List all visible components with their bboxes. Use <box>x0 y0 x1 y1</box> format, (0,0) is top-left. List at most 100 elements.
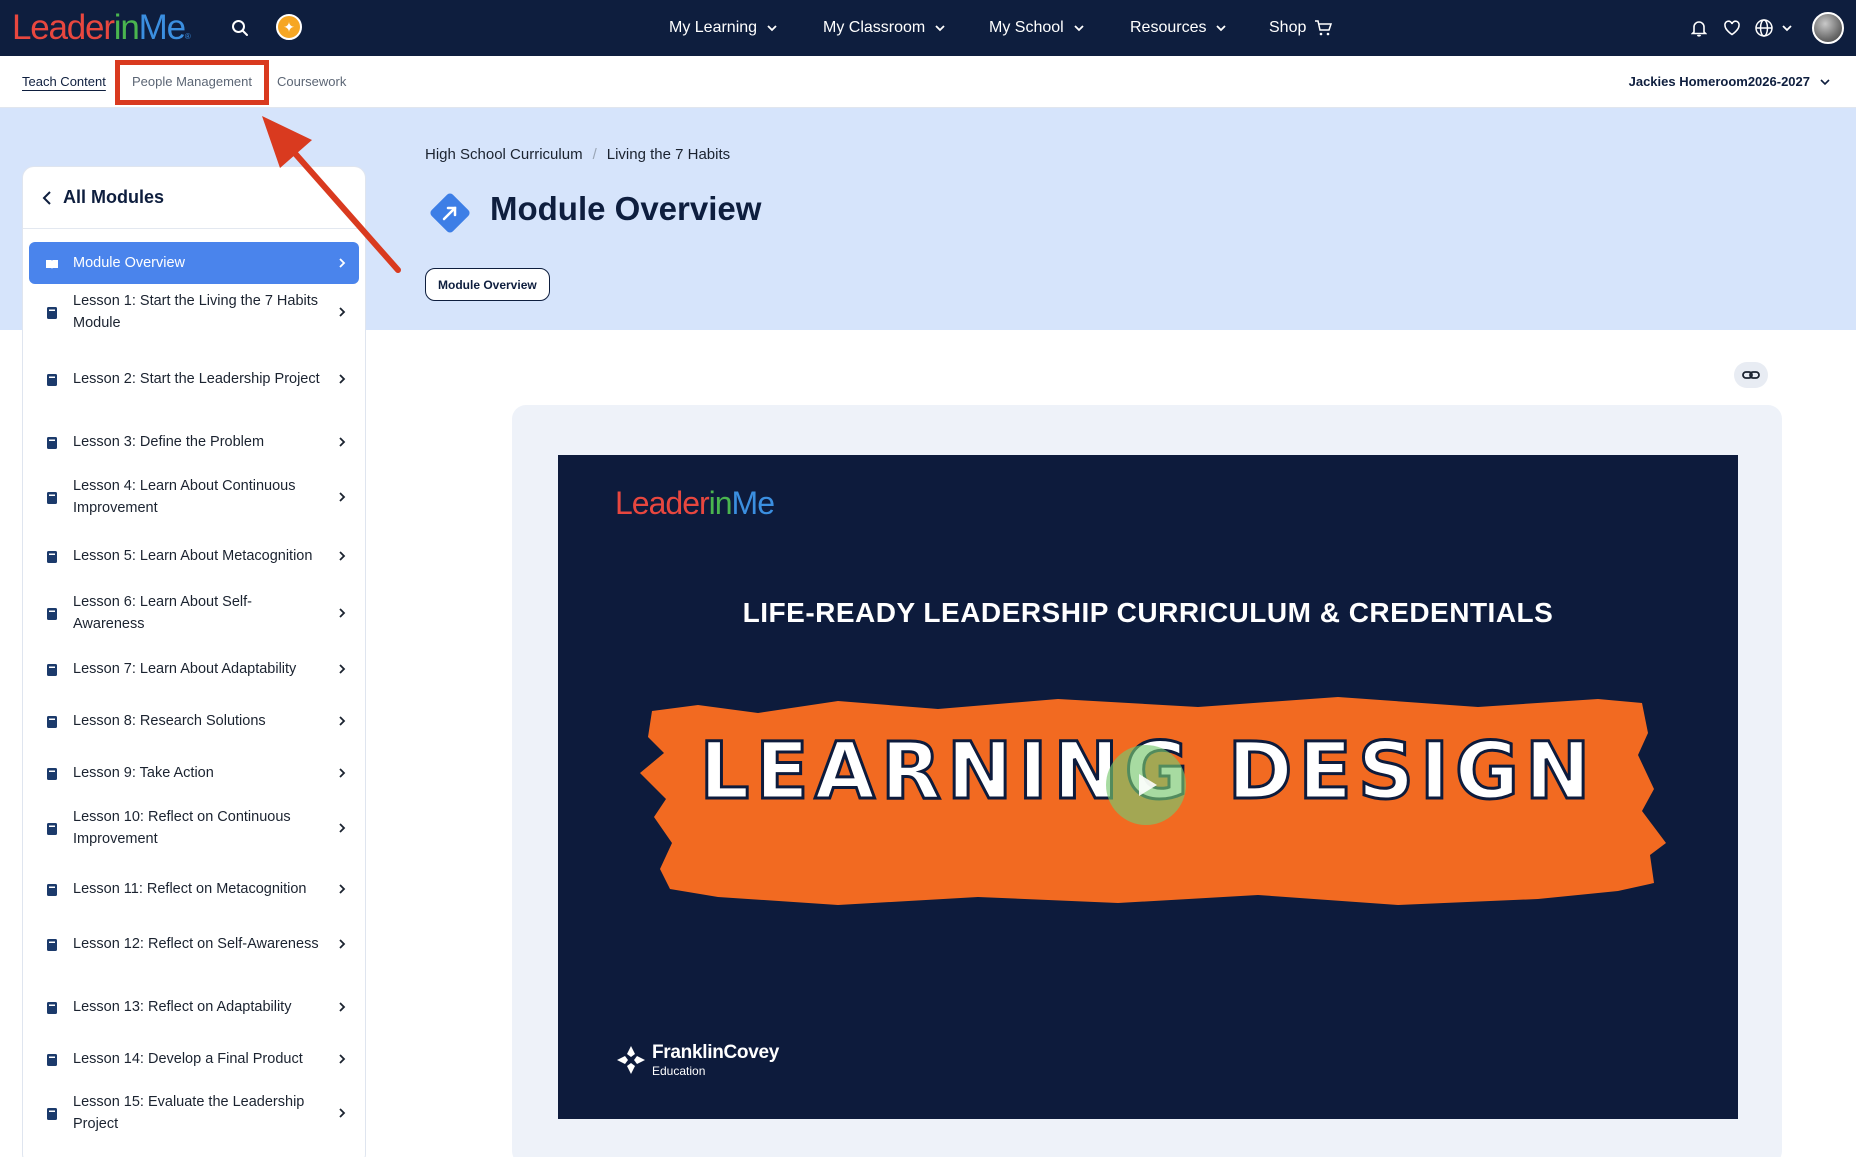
sidebar-item-label: Lesson 13: Reflect on Adaptability <box>73 999 292 1015</box>
sidebar-item-label: Lesson 5: Learn About Metacognition <box>73 548 313 564</box>
sidebar-item-lesson-6[interactable]: Lesson 6: Learn About Self-Awareness <box>29 585 359 641</box>
nav-shop[interactable]: Shop <box>1269 0 1333 56</box>
chevron-down-icon <box>1782 25 1792 32</box>
book-icon <box>45 882 59 896</box>
book-icon <box>45 490 59 504</box>
sidebar-item-label: Lesson 14: Develop a Final Product <box>73 1051 303 1067</box>
breadcrumb-separator: / <box>592 146 597 163</box>
sidebar-item-lesson-9[interactable]: Lesson 9: Take Action <box>29 753 359 793</box>
page-title: Module Overview <box>490 190 762 227</box>
sidebar-item-lesson-7[interactable]: Lesson 7: Learn About Adaptability <box>29 649 359 689</box>
nav-my-learning[interactable]: My Learning <box>669 0 779 56</box>
ai-assistant-icon[interactable]: ✦ <box>276 14 302 40</box>
sidebar-item-label: Lesson 3: Define the Problem <box>73 434 265 450</box>
nav-my-classroom[interactable]: My Classroom <box>823 0 947 56</box>
sidebar-item-label: Lesson 7: Learn About Adaptability <box>73 661 297 677</box>
chevron-down-icon <box>1074 25 1084 32</box>
bell-icon[interactable] <box>1685 14 1713 42</box>
sidebar-item-lesson-8[interactable]: Lesson 8: Research Solutions <box>29 701 359 741</box>
language-selector[interactable] <box>1752 14 1796 42</box>
sidebar-item-label: Lesson 11: Reflect on Metacognition <box>73 881 307 897</box>
chevron-right-icon <box>339 1002 346 1012</box>
tab-teach-content[interactable]: Teach Content <box>22 74 106 89</box>
sidebar-item-label: Lesson 12: Reflect on Self-Awareness <box>73 936 319 952</box>
sidebar-item-label: Module Overview <box>73 255 186 271</box>
breadcrumb-item[interactable]: High School Curriculum <box>425 146 583 163</box>
sidebar-item-label: Lesson 10: Reflect on Continuous Improve… <box>73 809 291 847</box>
sidebar-item-lesson-2[interactable]: Lesson 2: Start the Leadership Project <box>29 351 359 407</box>
sidebar-item-lesson-12[interactable]: Lesson 12: Reflect on Self-Awareness <box>29 916 359 972</box>
sidebar-item-lesson-5[interactable]: Lesson 5: Learn About Metacognition <box>29 536 359 576</box>
sidebar-item-lesson-11[interactable]: Lesson 11: Reflect on Metacognition <box>29 869 359 909</box>
sidebar-item-label: Lesson 6: Learn About Self-Awareness <box>73 594 252 632</box>
open-book-icon <box>45 256 59 270</box>
chevron-right-icon <box>339 939 346 949</box>
chevron-down-icon <box>1820 78 1830 85</box>
chevron-down-icon <box>1216 25 1227 32</box>
chevron-right-icon <box>339 664 346 674</box>
sidebar-item-lesson-15[interactable]: Lesson 15: Evaluate the Leadership Proje… <box>29 1085 359 1141</box>
book-icon <box>45 372 59 386</box>
annotation-highlight-box <box>115 60 269 105</box>
link-icon <box>1742 371 1760 379</box>
sidebar-item-lesson-10[interactable]: Lesson 10: Reflect on Continuous Improve… <box>29 800 359 856</box>
breadcrumb: High School Curriculum / Living the 7 Ha… <box>425 146 730 163</box>
chevron-left-icon <box>42 190 51 205</box>
chevron-right-icon <box>339 437 346 447</box>
module-arrow-icon <box>430 193 470 233</box>
chevron-right-icon <box>339 884 346 894</box>
breadcrumb-item[interactable]: Living the 7 Habits <box>607 146 730 163</box>
play-button[interactable] <box>1106 745 1186 825</box>
sidebar-item-lesson-3[interactable]: Lesson 3: Define the Problem <box>29 422 359 462</box>
sidebar-item-label: Lesson 9: Take Action <box>73 765 214 781</box>
book-icon <box>45 714 59 728</box>
chevron-right-icon <box>339 1054 346 1064</box>
all-modules-back[interactable]: All Modules <box>23 167 365 229</box>
sidebar-item-label: Lesson 2: Start the Leadership Project <box>73 371 320 387</box>
book-icon <box>45 606 59 620</box>
book-icon <box>45 1000 59 1014</box>
chevron-right-icon <box>339 1108 346 1118</box>
franklincovey-mark-icon <box>617 1046 645 1074</box>
copy-link-button[interactable] <box>1734 362 1768 388</box>
sidebar-item-lesson-13[interactable]: Lesson 13: Reflect on Adaptability <box>29 987 359 1027</box>
nav-my-school[interactable]: My School <box>989 0 1086 56</box>
chevron-right-icon <box>339 823 346 833</box>
globe-icon <box>1755 19 1773 37</box>
chevron-right-icon <box>339 307 346 317</box>
sidebar-item-module-overview[interactable]: Module Overview <box>29 242 359 284</box>
chevron-right-icon <box>339 258 346 268</box>
class-selector[interactable]: Jackies Homeroom2026-2027 <box>1629 74 1832 89</box>
user-avatar[interactable] <box>1812 12 1844 44</box>
book-icon <box>45 662 59 676</box>
chevron-right-icon <box>339 768 346 778</box>
heart-icon[interactable] <box>1718 14 1746 42</box>
module-overview-chip[interactable]: Module Overview <box>425 268 550 301</box>
chevron-down-icon <box>935 25 945 32</box>
leader-in-me-logo[interactable]: LeaderinMe® <box>12 8 191 48</box>
book-icon <box>45 305 59 319</box>
tab-coursework[interactable]: Coursework <box>277 74 346 89</box>
book-icon <box>45 1052 59 1066</box>
top-navigation-bar: LeaderinMe® ✦ My Learning My Classroom M… <box>0 0 1856 56</box>
chevron-right-icon <box>339 374 346 384</box>
chevron-right-icon <box>339 716 346 726</box>
book-icon <box>45 937 59 951</box>
sidebar-item-lesson-14[interactable]: Lesson 14: Develop a Final Product <box>29 1039 359 1079</box>
chevron-right-icon <box>339 551 346 561</box>
sidebar-item-label: Lesson 8: Research Solutions <box>73 713 266 729</box>
nav-resources[interactable]: Resources <box>1130 0 1228 56</box>
sidebar-item-lesson-1[interactable]: Lesson 1: Start the Living the 7 Habits … <box>29 284 359 340</box>
modules-sidebar: All Modules Module Overview Lesson 1: Sta… <box>22 166 366 1157</box>
chevron-right-icon <box>339 608 346 618</box>
book-icon <box>45 1106 59 1120</box>
book-icon <box>45 549 59 563</box>
search-icon[interactable] <box>226 14 254 42</box>
sidebar-item-lesson-4[interactable]: Lesson 4: Learn About Continuous Improve… <box>29 469 359 525</box>
sidebar-item-label: Lesson 4: Learn About Continuous Improve… <box>73 478 296 516</box>
book-icon <box>45 435 59 449</box>
book-icon <box>45 821 59 835</box>
video-player[interactable]: LeaderinMe LIFE-READY LEADERSHIP CURRICU… <box>558 455 1738 1119</box>
book-icon <box>45 766 59 780</box>
video-logo: LeaderinMe <box>615 485 775 521</box>
